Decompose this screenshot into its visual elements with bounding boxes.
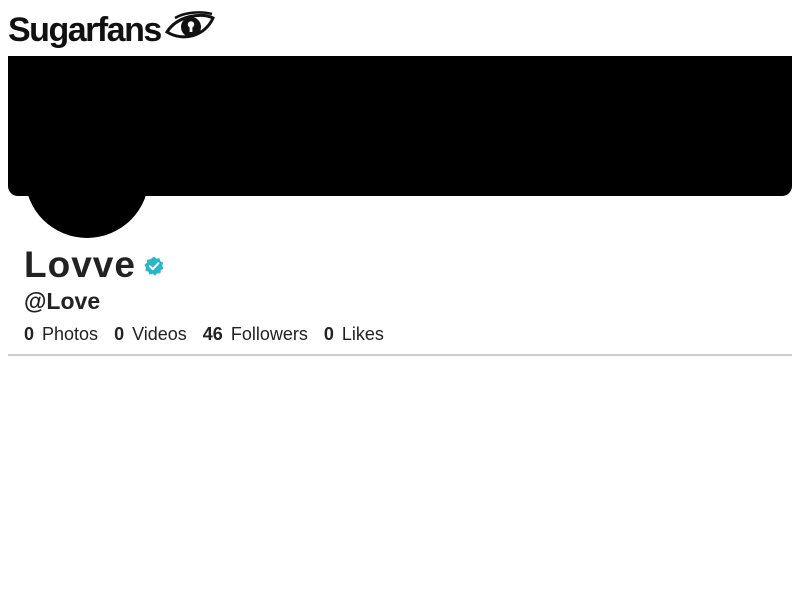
eye-keyhole-icon[interactable] bbox=[164, 10, 215, 46]
stat-followers[interactable]: 46 Followers bbox=[203, 323, 308, 345]
stat-likes[interactable]: 0 Likes bbox=[324, 323, 384, 345]
stat-count: 0 bbox=[323, 324, 334, 344]
profile-divider bbox=[8, 354, 792, 356]
stat-label: Photos bbox=[42, 324, 99, 344]
profile-name-row: Lovve bbox=[24, 244, 164, 286]
stat-label: Videos bbox=[132, 324, 187, 344]
verified-badge-icon bbox=[144, 256, 164, 276]
stat-videos[interactable]: 0 Videos bbox=[114, 323, 187, 345]
stat-label: Likes bbox=[341, 324, 384, 344]
site-header: Sugarfans bbox=[8, 8, 215, 52]
avatar[interactable] bbox=[25, 114, 149, 238]
logo-text[interactable]: Sugarfans bbox=[8, 8, 162, 52]
stat-count: 0 bbox=[114, 324, 125, 344]
stat-label: Followers bbox=[230, 324, 308, 344]
username: @Love bbox=[24, 288, 101, 314]
profile-stats: 0 Photos 0 Videos 46 Followers 0 Likes bbox=[24, 323, 400, 345]
stat-photos[interactable]: 0 Photos bbox=[24, 323, 98, 345]
stat-count: 0 bbox=[24, 324, 35, 344]
display-name: Lovve bbox=[24, 244, 136, 285]
stat-count: 46 bbox=[202, 324, 223, 344]
